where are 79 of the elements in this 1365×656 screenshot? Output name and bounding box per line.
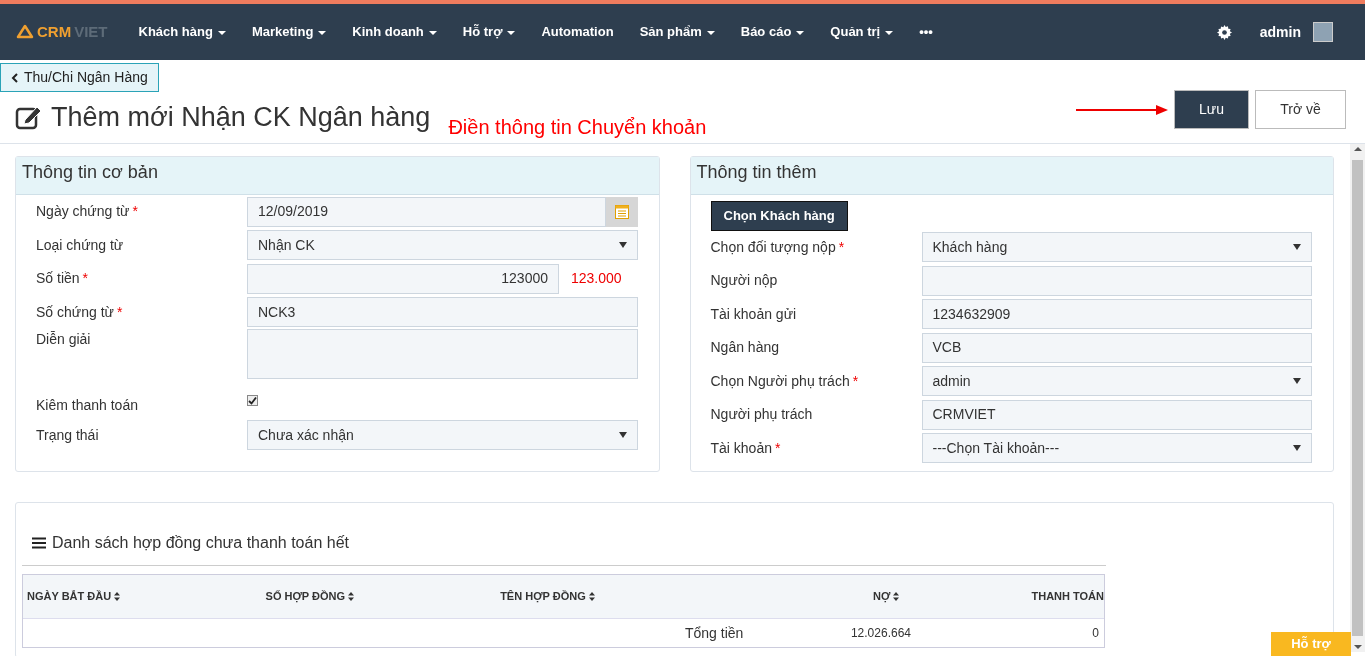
field-label: Người nộp — [710, 271, 779, 291]
field-label: Số chứng từ * — [36, 302, 124, 322]
select-field[interactable]: Khách hàng — [921, 232, 1312, 263]
save-button[interactable]: Lưu — [1174, 90, 1249, 129]
settings-icon[interactable] — [1216, 24, 1232, 40]
panel-title: Thông tin cơ bản — [16, 157, 659, 195]
caret-icon — [1293, 378, 1301, 385]
field-label: Chọn đối tượng nộp * — [710, 237, 846, 257]
table-cell-text: 0 — [1091, 625, 1100, 642]
field-label: Kiêm thanh toán — [36, 396, 139, 415]
field-label: Diễn giải — [36, 330, 92, 349]
column-header[interactable]: NGÀY BẮT ĐẦU — [23, 588, 266, 605]
table-cell-text: 12.026.664 — [849, 625, 911, 642]
text-field[interactable]: VCB — [921, 332, 1312, 363]
avatar-image[interactable] — [1313, 22, 1333, 42]
edit-icon — [15, 104, 43, 130]
column-header[interactable]: THANH TOÁN — [899, 588, 1104, 605]
nav-menu-item[interactable]: Khách hàng — [125, 22, 239, 42]
field-label: Tài khoản * — [710, 438, 782, 458]
list-icon — [32, 537, 46, 549]
choose-customer-button[interactable]: Chọn Khách hàng — [710, 201, 848, 231]
text-field[interactable]: CRMVIET — [921, 399, 1312, 430]
text-field[interactable]: 1234632909 — [921, 299, 1312, 330]
select-field[interactable]: ---Chọn Tài khoản--- — [921, 433, 1312, 464]
field-label: Ngân hàng — [710, 338, 780, 358]
nav-menu-item[interactable]: ••• — [906, 22, 946, 42]
field-label: Tài khoản gửi — [710, 304, 798, 324]
required-mark: * — [116, 303, 123, 320]
column-header[interactable]: NỢ — [749, 588, 900, 605]
page-title: Thêm mới Nhận CK Ngân hàng — [51, 101, 431, 134]
required-mark: * — [775, 439, 781, 456]
nav-menu-item[interactable]: Quản trị — [817, 22, 907, 42]
calendar-icon — [614, 204, 629, 219]
caret-icon — [618, 242, 627, 249]
scrollbar[interactable] — [1350, 144, 1365, 652]
nav-menu-item[interactable]: Sản phẩm — [626, 22, 728, 42]
required-mark: * — [852, 372, 859, 389]
date-field[interactable]: 12/09/2019 — [247, 196, 606, 227]
field-label: Loại chứng từ — [36, 235, 125, 255]
column-header[interactable]: TÊN HỢP ĐỒNG — [500, 588, 750, 605]
column-header[interactable]: SỐ HỢP ĐỒNG — [265, 588, 501, 605]
caret-icon — [618, 432, 627, 439]
nav-menu-item[interactable]: Marketing — [238, 22, 340, 42]
nav-menu-item[interactable]: Kinh doanh — [339, 22, 450, 42]
nav-menu-item[interactable]: Hỗ trợ — [449, 22, 529, 42]
logo-icon — [16, 24, 34, 40]
field-label: Chọn Người phụ trách * — [710, 371, 860, 391]
scroll-up-icon[interactable] — [1353, 144, 1362, 154]
chevron-left-icon — [11, 72, 18, 83]
user-name[interactable]: admin — [1259, 21, 1301, 43]
field-label: Số tiền * — [36, 269, 90, 289]
field-label: Trạng thái — [36, 425, 100, 445]
caret-icon — [1293, 244, 1301, 251]
scroll-down-icon[interactable] — [1353, 642, 1362, 652]
list-title: Danh sách hợp đồng chưa thanh toán hết — [52, 533, 349, 553]
text-field[interactable]: NCK3 — [247, 297, 638, 328]
field-label: Người phụ trách — [710, 405, 814, 425]
required-mark: * — [82, 270, 89, 287]
required-mark: * — [132, 203, 138, 220]
nav-menu-item[interactable]: Automation — [528, 22, 627, 42]
annotation-text: Điền thông tin Chuyển khoản — [448, 115, 707, 140]
select-field[interactable]: admin — [921, 366, 1312, 397]
calendar-button[interactable] — [605, 196, 638, 227]
select-field[interactable]: Chưa xác nhận — [247, 420, 638, 451]
amount-field[interactable]: 123000 — [247, 263, 559, 294]
panel-title: Thông tin thêm — [690, 157, 1333, 195]
nav-menu-item[interactable]: Báo cáo — [727, 22, 818, 42]
select-field[interactable]: Nhận CK — [247, 230, 638, 261]
table-cell-text: Tổng tiền — [685, 623, 745, 643]
logo-text: CRM — [37, 21, 72, 42]
caret-icon — [1293, 445, 1301, 452]
back-link[interactable]: Thu/Chi Ngân Hàng — [0, 63, 159, 92]
field-label: Ngày chứng từ * — [36, 202, 139, 222]
required-mark: * — [838, 238, 845, 255]
back-button[interactable]: Trở về — [1255, 90, 1346, 129]
formatted-amount: 123.000 — [571, 269, 622, 289]
text-field[interactable] — [921, 265, 1312, 296]
checkbox[interactable] — [247, 395, 258, 406]
textarea-field[interactable] — [247, 329, 638, 379]
